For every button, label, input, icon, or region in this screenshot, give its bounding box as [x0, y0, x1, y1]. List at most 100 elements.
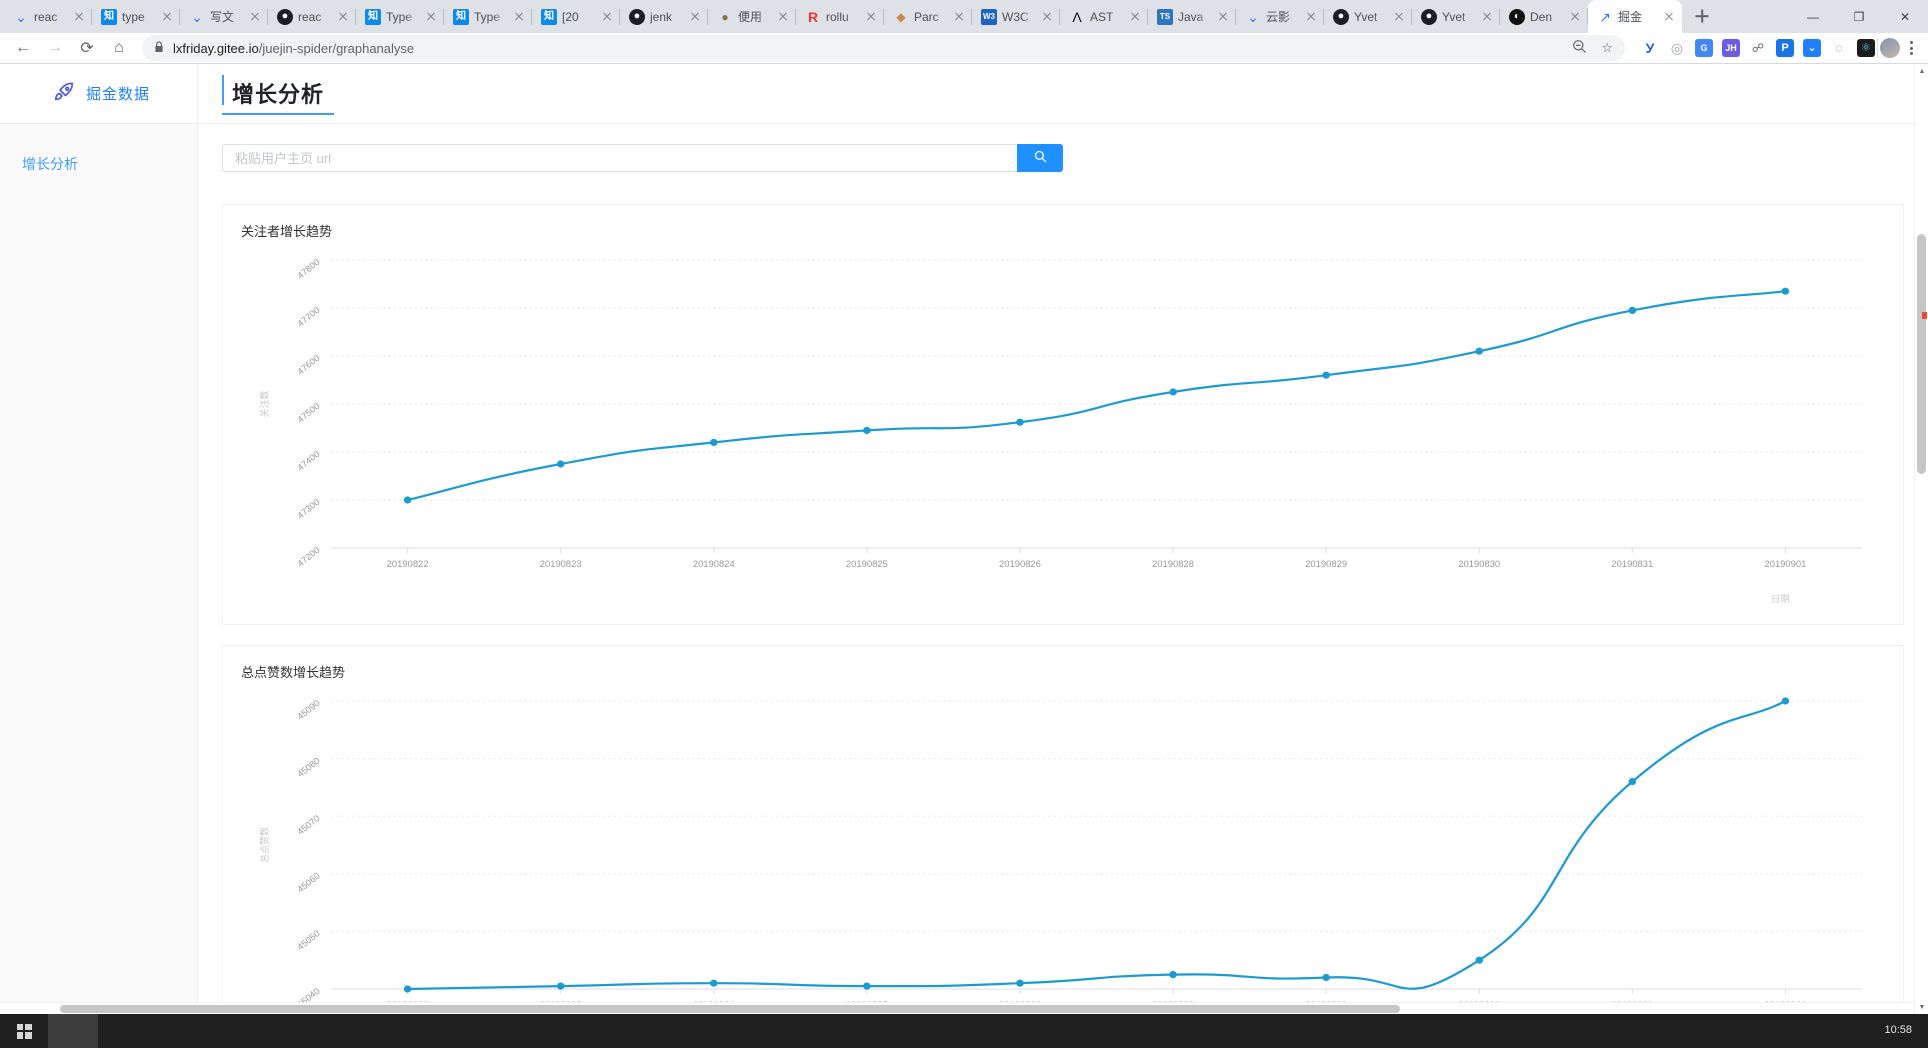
- w3c-icon: W3: [981, 8, 997, 25]
- close-icon[interactable]: [1128, 10, 1142, 24]
- parcel-icon: ◆: [896, 9, 906, 24]
- chart-followers[interactable]: 47800 47700 47600 47500 47400 47300 47200 20190…: [241, 246, 1885, 614]
- page-title-wrap: 增长分析: [198, 64, 335, 123]
- search-button[interactable]: [1017, 144, 1063, 172]
- browser-tab[interactable]: ◐ Den: [1500, 0, 1588, 33]
- close-icon[interactable]: [336, 10, 350, 24]
- svg-text:20190825: 20190825: [846, 559, 888, 569]
- browser-tab[interactable]: ⌄ 写文: [180, 0, 268, 33]
- horizontal-scrollbar[interactable]: [0, 1002, 1914, 1014]
- close-icon[interactable]: [160, 10, 174, 24]
- close-icon[interactable]: [776, 10, 790, 24]
- rocket-icon: [52, 80, 76, 108]
- sidebar-item-growth-analysis[interactable]: 增长分析: [0, 144, 197, 184]
- svg-text:45090: 45090: [295, 698, 322, 722]
- extension-tray: У ◎ G JH ☍ P ⌄ ○ ⚛: [1633, 39, 1875, 57]
- sitemap-extension-icon[interactable]: ☍: [1749, 39, 1767, 57]
- browser-tab[interactable]: ● Yvet: [1324, 0, 1412, 33]
- browser-tab[interactable]: 知 [20: [532, 0, 620, 33]
- close-icon[interactable]: [1568, 10, 1582, 24]
- start-button[interactable]: [0, 1014, 48, 1048]
- browser-tab[interactable]: Λ AST: [1060, 0, 1148, 33]
- browser-tab[interactable]: ● 便用: [708, 0, 796, 33]
- github-icon: ●: [1421, 8, 1437, 25]
- ionic-extension-icon[interactable]: ◎: [1668, 39, 1686, 57]
- back-button[interactable]: ←: [8, 33, 38, 63]
- tab-title: Java: [1178, 9, 1204, 24]
- tab-title: type: [122, 9, 145, 24]
- svg-text:20190823: 20190823: [540, 559, 582, 569]
- home-button[interactable]: ⌂: [104, 33, 134, 63]
- browser-tab[interactable]: W3 W3C: [972, 0, 1060, 33]
- browser-tab[interactable]: 知 Type: [444, 0, 532, 33]
- url-domain: lxfriday.gitee.io: [173, 40, 259, 56]
- taskbar-active-app[interactable]: [48, 1014, 98, 1048]
- yandex-extension-icon[interactable]: У: [1641, 39, 1659, 57]
- browser-tab[interactable]: ● Yvet: [1412, 0, 1500, 33]
- minimize-button[interactable]: —: [1790, 0, 1836, 34]
- svg-text:20190828: 20190828: [1152, 559, 1194, 569]
- profile-avatar[interactable]: [1880, 38, 1900, 58]
- close-icon[interactable]: [1304, 10, 1318, 24]
- svg-text:20190830: 20190830: [1458, 559, 1500, 569]
- browser-tab[interactable]: ● jenk: [620, 0, 708, 33]
- maximize-button[interactable]: ❐: [1836, 0, 1882, 34]
- close-icon[interactable]: [688, 10, 702, 24]
- browser-tab[interactable]: ⌄ 云影: [1236, 0, 1324, 33]
- close-icon[interactable]: [864, 10, 878, 24]
- close-icon[interactable]: [248, 10, 262, 24]
- browser-tab[interactable]: 知 type: [92, 0, 180, 33]
- browser-tab[interactable]: TS Java: [1148, 0, 1236, 33]
- close-icon[interactable]: [512, 10, 526, 24]
- close-icon[interactable]: [1216, 10, 1230, 24]
- scroll-down-arrow[interactable]: ▼: [1915, 1000, 1928, 1014]
- browser-menu-button[interactable]: [1902, 41, 1920, 55]
- jh-extension-icon[interactable]: JH: [1722, 39, 1740, 57]
- close-window-button[interactable]: ✕: [1882, 0, 1928, 34]
- google-translate-icon[interactable]: G: [1695, 39, 1713, 57]
- vertical-scroll-thumb[interactable]: [1917, 234, 1926, 474]
- close-icon[interactable]: [1040, 10, 1054, 24]
- circle-extension-icon[interactable]: ○: [1830, 39, 1848, 57]
- zoom-out-icon[interactable]: [1572, 39, 1587, 57]
- svg-text:20190901: 20190901: [1764, 559, 1806, 569]
- forward-button[interactable]: →: [40, 33, 70, 63]
- tab-title: 便用: [738, 10, 763, 24]
- ast-icon: Λ: [1072, 8, 1082, 25]
- browser-tab[interactable]: Rrollu: [796, 0, 884, 33]
- browser-tab[interactable]: ↗ 掘金: [1588, 0, 1682, 33]
- page-viewport: 掘金数据 增长分析 增长分析 粘贴用户主页 url 关注者增长趋势 47800 …: [0, 64, 1928, 1014]
- juejin-extension-icon[interactable]: ⌄: [1803, 39, 1821, 57]
- browser-tab[interactable]: ⌄ reac: [4, 0, 92, 33]
- svg-text:45050: 45050: [295, 928, 322, 952]
- brand[interactable]: 掘金数据: [0, 64, 198, 123]
- browser-tab[interactable]: ● reac: [268, 0, 356, 33]
- pocket-extension-icon[interactable]: P: [1776, 39, 1794, 57]
- chart-title-followers: 关注者增长趋势: [241, 224, 333, 239]
- taskbar-clock[interactable]: 10:58: [1884, 1024, 1912, 1038]
- search-input[interactable]: [222, 144, 1017, 172]
- tab-title: reac: [34, 9, 58, 24]
- toolbar-divider: [1877, 39, 1878, 57]
- address-bar[interactable]: lxfriday.gitee.io/juejin-spider/graphana…: [142, 35, 1625, 61]
- close-icon[interactable]: [1392, 10, 1406, 24]
- browser-tab[interactable]: ◆ Parc: [884, 0, 972, 33]
- scroll-up-arrow[interactable]: ▲: [1915, 64, 1928, 78]
- bookmark-star-icon[interactable]: ☆: [1601, 40, 1613, 56]
- close-icon[interactable]: [72, 10, 86, 24]
- new-tab-button[interactable]: [1688, 2, 1716, 30]
- tab-title: Yvet: [1442, 9, 1466, 24]
- vertical-scrollbar[interactable]: ▲ ▼: [1914, 64, 1928, 1014]
- close-icon[interactable]: [952, 10, 966, 24]
- react-devtools-icon[interactable]: ⚛: [1857, 39, 1875, 57]
- sidebar: 增长分析: [0, 124, 198, 1014]
- close-icon[interactable]: [424, 10, 438, 24]
- close-icon[interactable]: [1480, 10, 1494, 24]
- browser-tab[interactable]: 知 Type: [356, 0, 444, 33]
- close-icon[interactable]: [600, 10, 614, 24]
- tab-title: Parc: [914, 9, 939, 24]
- reload-button[interactable]: ⟳: [72, 33, 102, 63]
- close-icon[interactable]: [1662, 10, 1676, 24]
- chart-likes[interactable]: 4509045080450704506045050450402019082220…: [241, 687, 1885, 1014]
- horizontal-scroll-thumb[interactable]: [60, 1005, 1400, 1013]
